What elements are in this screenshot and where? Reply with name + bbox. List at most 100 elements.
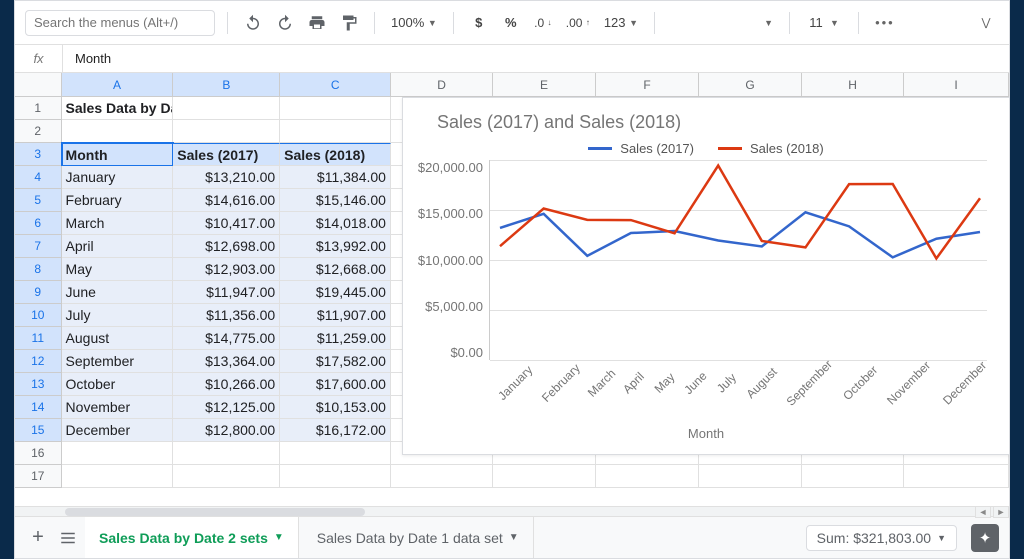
collapse-toolbar-button[interactable]: ⋁: [973, 10, 999, 36]
number-format-select[interactable]: 123 ▼: [600, 10, 642, 36]
cell[interactable]: July: [62, 304, 174, 327]
cell[interactable]: $12,698.00: [173, 235, 280, 258]
cell[interactable]: $16,172.00: [280, 419, 391, 442]
cell[interactable]: December: [62, 419, 174, 442]
cell[interactable]: [280, 465, 391, 488]
cell[interactable]: Sales (2018): [280, 143, 391, 166]
scrollbar-thumb[interactable]: [65, 508, 365, 516]
cell[interactable]: $13,210.00: [173, 166, 280, 189]
font-size-select[interactable]: 11 ▼: [802, 10, 846, 36]
scroll-left-button[interactable]: ◄: [975, 506, 991, 518]
cell[interactable]: [391, 465, 493, 488]
cell[interactable]: $12,903.00: [173, 258, 280, 281]
cell[interactable]: $11,259.00: [280, 327, 391, 350]
col-header[interactable]: I: [904, 73, 1009, 97]
cell[interactable]: [802, 465, 904, 488]
explore-button[interactable]: ✦: [971, 524, 999, 552]
col-header[interactable]: G: [699, 73, 802, 97]
row-header[interactable]: 7: [15, 235, 62, 258]
row-header[interactable]: 10: [15, 304, 62, 327]
cell[interactable]: $13,992.00: [280, 235, 391, 258]
horizontal-scrollbar[interactable]: ◄ ►: [15, 506, 1009, 516]
col-header[interactable]: B: [173, 73, 280, 97]
cell[interactable]: January: [62, 166, 174, 189]
cell[interactable]: [173, 120, 280, 143]
cell[interactable]: $17,600.00: [280, 373, 391, 396]
cell[interactable]: $11,947.00: [173, 281, 280, 304]
row-header[interactable]: 1: [15, 97, 62, 120]
cell[interactable]: $15,146.00: [280, 189, 391, 212]
cell[interactable]: $13,364.00: [173, 350, 280, 373]
cell[interactable]: $17,582.00: [280, 350, 391, 373]
cell[interactable]: [173, 465, 280, 488]
col-header[interactable]: F: [596, 73, 699, 97]
cell[interactable]: [280, 97, 391, 120]
cell[interactable]: $11,907.00: [280, 304, 391, 327]
cell[interactable]: May: [62, 258, 174, 281]
row-header[interactable]: 4: [15, 166, 62, 189]
zoom-select[interactable]: 100% ▼: [387, 10, 441, 36]
row-header[interactable]: 3: [15, 143, 62, 166]
cell[interactable]: $14,775.00: [173, 327, 280, 350]
cell[interactable]: $12,125.00: [173, 396, 280, 419]
chart[interactable]: Sales (2017) and Sales (2018) Sales (201…: [402, 97, 1009, 455]
format-percent-button[interactable]: %: [498, 10, 524, 36]
cell[interactable]: [280, 442, 391, 465]
col-header[interactable]: E: [493, 73, 596, 97]
cell[interactable]: [62, 120, 174, 143]
row-header[interactable]: 2: [15, 120, 62, 143]
cell[interactable]: March: [62, 212, 174, 235]
decrease-decimal-button[interactable]: .0 ↓: [530, 10, 556, 36]
col-header[interactable]: D: [391, 73, 493, 97]
print-button[interactable]: [304, 10, 330, 36]
row-header[interactable]: 8: [15, 258, 62, 281]
sheet-tab[interactable]: Sales Data by Date 1 data set▼: [303, 517, 534, 558]
increase-decimal-button[interactable]: .00 ↑: [562, 10, 594, 36]
cell[interactable]: February: [62, 189, 174, 212]
cell[interactable]: $10,266.00: [173, 373, 280, 396]
cell[interactable]: $12,800.00: [173, 419, 280, 442]
quick-sum-display[interactable]: Sum: $321,803.00▼: [806, 525, 957, 551]
cell[interactable]: [173, 442, 280, 465]
cell[interactable]: September: [62, 350, 174, 373]
cell[interactable]: $19,445.00: [280, 281, 391, 304]
cell[interactable]: [493, 465, 596, 488]
cell[interactable]: [596, 465, 699, 488]
all-sheets-button[interactable]: [55, 525, 81, 551]
cell[interactable]: [904, 465, 1009, 488]
row-header[interactable]: 17: [15, 465, 62, 488]
cell[interactable]: [62, 465, 174, 488]
formula-input[interactable]: Month: [63, 51, 1009, 66]
cell[interactable]: $14,616.00: [173, 189, 280, 212]
cell[interactable]: Month: [62, 143, 174, 166]
undo-button[interactable]: [240, 10, 266, 36]
select-all-corner[interactable]: [15, 73, 62, 97]
cell[interactable]: $10,417.00: [173, 212, 280, 235]
scroll-right-button[interactable]: ►: [993, 506, 1009, 518]
paint-format-button[interactable]: [336, 10, 362, 36]
cell[interactable]: $11,384.00: [280, 166, 391, 189]
cell[interactable]: [62, 442, 174, 465]
more-formatting-button[interactable]: •••: [871, 10, 899, 36]
row-header[interactable]: 9: [15, 281, 62, 304]
sheet-tab-active[interactable]: Sales Data by Date 2 sets▼: [85, 517, 299, 558]
add-sheet-button[interactable]: +: [25, 525, 51, 551]
cell[interactable]: Sales Data by Date: [62, 97, 174, 120]
col-header[interactable]: A: [62, 73, 174, 97]
row-header[interactable]: 11: [15, 327, 62, 350]
format-currency-button[interactable]: $: [466, 10, 492, 36]
cell[interactable]: [173, 97, 280, 120]
cell[interactable]: October: [62, 373, 174, 396]
cell[interactable]: [699, 465, 802, 488]
cell[interactable]: Sales (2017): [173, 143, 280, 166]
row-header[interactable]: 16: [15, 442, 62, 465]
cell[interactable]: [280, 120, 391, 143]
cell[interactable]: $14,018.00: [280, 212, 391, 235]
cell[interactable]: April: [62, 235, 174, 258]
cell[interactable]: $12,668.00: [280, 258, 391, 281]
redo-button[interactable]: [272, 10, 298, 36]
row-header[interactable]: 6: [15, 212, 62, 235]
font-family-select[interactable]: ▼: [667, 10, 777, 36]
menu-search-input[interactable]: [25, 10, 215, 36]
row-header[interactable]: 5: [15, 189, 62, 212]
